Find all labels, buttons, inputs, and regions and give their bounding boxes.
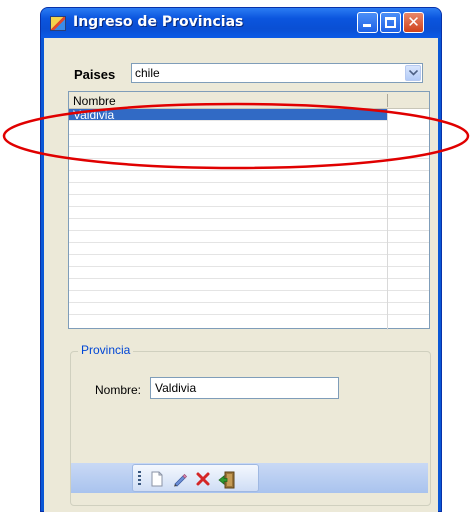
- exit-icon: [218, 471, 235, 489]
- minimize-button[interactable]: [357, 12, 378, 33]
- delete-icon: [196, 472, 210, 486]
- column-header-nombre[interactable]: Nombre: [73, 94, 116, 108]
- exit-button[interactable]: [216, 469, 236, 489]
- dropdown-arrow-button[interactable]: [405, 65, 421, 81]
- toolbar: [132, 464, 259, 492]
- grid-line: [69, 206, 429, 207]
- delete-button[interactable]: [193, 469, 213, 489]
- background-strip: [0, 0, 14, 512]
- new-icon: [151, 471, 163, 487]
- grid-line: [69, 218, 429, 219]
- paises-selected-value: chile: [135, 66, 160, 80]
- grid-line: [69, 158, 429, 159]
- edit-button[interactable]: [170, 469, 190, 489]
- provincias-grid[interactable]: Nombre Valdivia: [68, 91, 430, 330]
- grid-line: [69, 290, 429, 291]
- maximize-icon: [385, 17, 396, 28]
- window-title: Ingreso de Provincias: [73, 14, 244, 30]
- maximize-button[interactable]: [380, 12, 401, 33]
- grid-column-line: [387, 109, 388, 330]
- new-button[interactable]: [147, 469, 167, 489]
- toolstrip-container: [71, 463, 428, 493]
- nombre-input[interactable]: [151, 378, 338, 398]
- grid-line: [69, 302, 429, 303]
- grid-line: [69, 194, 429, 195]
- paises-label: Paises: [74, 67, 116, 82]
- edit-icon: [174, 473, 188, 487]
- toolbar-grip[interactable]: [138, 471, 141, 487]
- grid-line: [69, 314, 429, 315]
- app-icon: [50, 16, 66, 31]
- provincias-window: Ingreso de Provincias ✕ Paises chile Nom…: [40, 7, 442, 512]
- grid-line: [69, 266, 429, 267]
- grid-line: [69, 278, 429, 279]
- table-row[interactable]: Valdivia: [69, 108, 387, 122]
- nombre-field[interactable]: [150, 377, 339, 399]
- grid-line: [69, 146, 429, 147]
- cell-nombre: Valdivia: [73, 108, 115, 122]
- nombre-label: Nombre:: [95, 383, 142, 397]
- chevron-down-icon: [409, 70, 418, 76]
- paises-dropdown[interactable]: chile: [131, 63, 423, 83]
- window-client-area: Paises chile Nombre Valdivia Provincia N…: [44, 38, 438, 512]
- minimize-icon: [363, 24, 371, 27]
- grid-line: [69, 182, 429, 183]
- close-icon: ✕: [407, 13, 420, 31]
- grid-header: Nombre: [69, 92, 429, 109]
- title-bar[interactable]: Ingreso de Provincias ✕: [41, 8, 441, 38]
- grid-line: [69, 242, 429, 243]
- column-separator[interactable]: [387, 94, 388, 107]
- grid-line: [69, 134, 429, 135]
- close-button[interactable]: ✕: [403, 12, 424, 33]
- grid-line: [69, 254, 429, 255]
- grid-line: [69, 170, 429, 171]
- grid-line: [69, 230, 429, 231]
- provincia-group-title: Provincia: [78, 343, 134, 357]
